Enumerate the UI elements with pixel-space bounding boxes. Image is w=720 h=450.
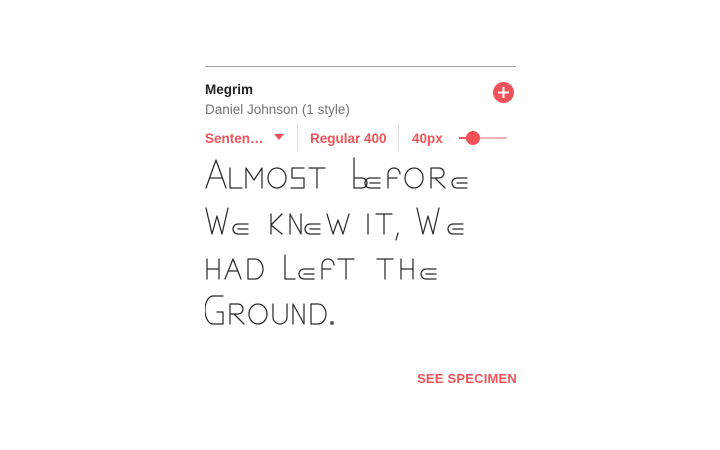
font-size-value: 40px bbox=[412, 131, 443, 146]
plus-icon bbox=[498, 87, 509, 98]
slider-thumb[interactable] bbox=[466, 131, 481, 145]
font-card: Megrim Daniel Johnson (1 style) Senten… … bbox=[205, 66, 517, 396]
sentence-dropdown[interactable]: Senten… bbox=[205, 124, 289, 152]
divider bbox=[205, 66, 516, 67]
weight-selector[interactable]: Regular 400 bbox=[310, 131, 387, 146]
add-font-button[interactable] bbox=[493, 82, 514, 103]
preview-text-drawing bbox=[205, 157, 468, 325]
font-size-slider[interactable] bbox=[459, 130, 507, 146]
font-name[interactable]: Megrim bbox=[205, 82, 253, 97]
sentence-dropdown-label: Senten… bbox=[205, 131, 264, 146]
preview-text[interactable] bbox=[205, 154, 516, 344]
control-separator bbox=[398, 124, 399, 152]
caret-down-icon bbox=[274, 134, 284, 140]
control-separator bbox=[297, 124, 298, 152]
designer-name: Daniel Johnson (1 style) bbox=[205, 102, 350, 117]
preview-controls: Senten… Regular 400 40px bbox=[205, 124, 516, 154]
see-specimen-link[interactable]: SEE SPECIMEN bbox=[417, 371, 517, 386]
